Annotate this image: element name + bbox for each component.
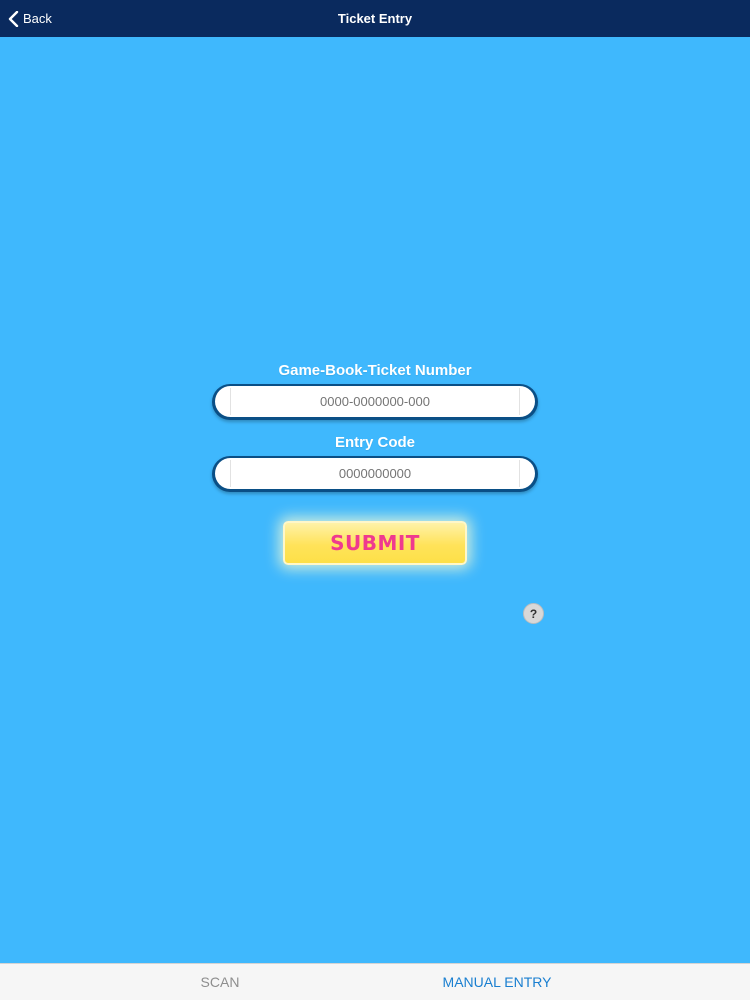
page-title: Ticket Entry <box>337 11 413 26</box>
ticket-number-field-frame <box>212 384 538 420</box>
ticket-number-label: Game-Book-Ticket Number <box>278 362 472 379</box>
back-button-label: Back <box>23 11 52 26</box>
ticket-number-input[interactable] <box>235 386 515 417</box>
entry-code-field-background <box>215 458 535 489</box>
tab-scan[interactable]: SCAN <box>150 964 290 1000</box>
help-button[interactable]: ? <box>523 603 544 624</box>
question-mark-icon: ? <box>529 606 538 621</box>
tab-manual-entry[interactable]: MANUAL ENTRY <box>420 964 574 1000</box>
entry-code-input[interactable] <box>235 458 515 489</box>
entry-code-label: Entry Code <box>334 434 415 451</box>
top-navigation-bar: Back Ticket Entry <box>0 0 750 37</box>
entry-code-field-frame <box>212 456 538 492</box>
submit-button-label: SUBMIT <box>330 531 420 555</box>
chevron-left-icon <box>8 10 19 27</box>
back-button[interactable]: Back <box>8 0 52 37</box>
bottom-tab-bar: SCAN MANUAL ENTRY <box>0 963 750 1000</box>
ticket-number-field-background <box>215 386 535 417</box>
submit-button[interactable]: SUBMIT <box>283 521 467 565</box>
